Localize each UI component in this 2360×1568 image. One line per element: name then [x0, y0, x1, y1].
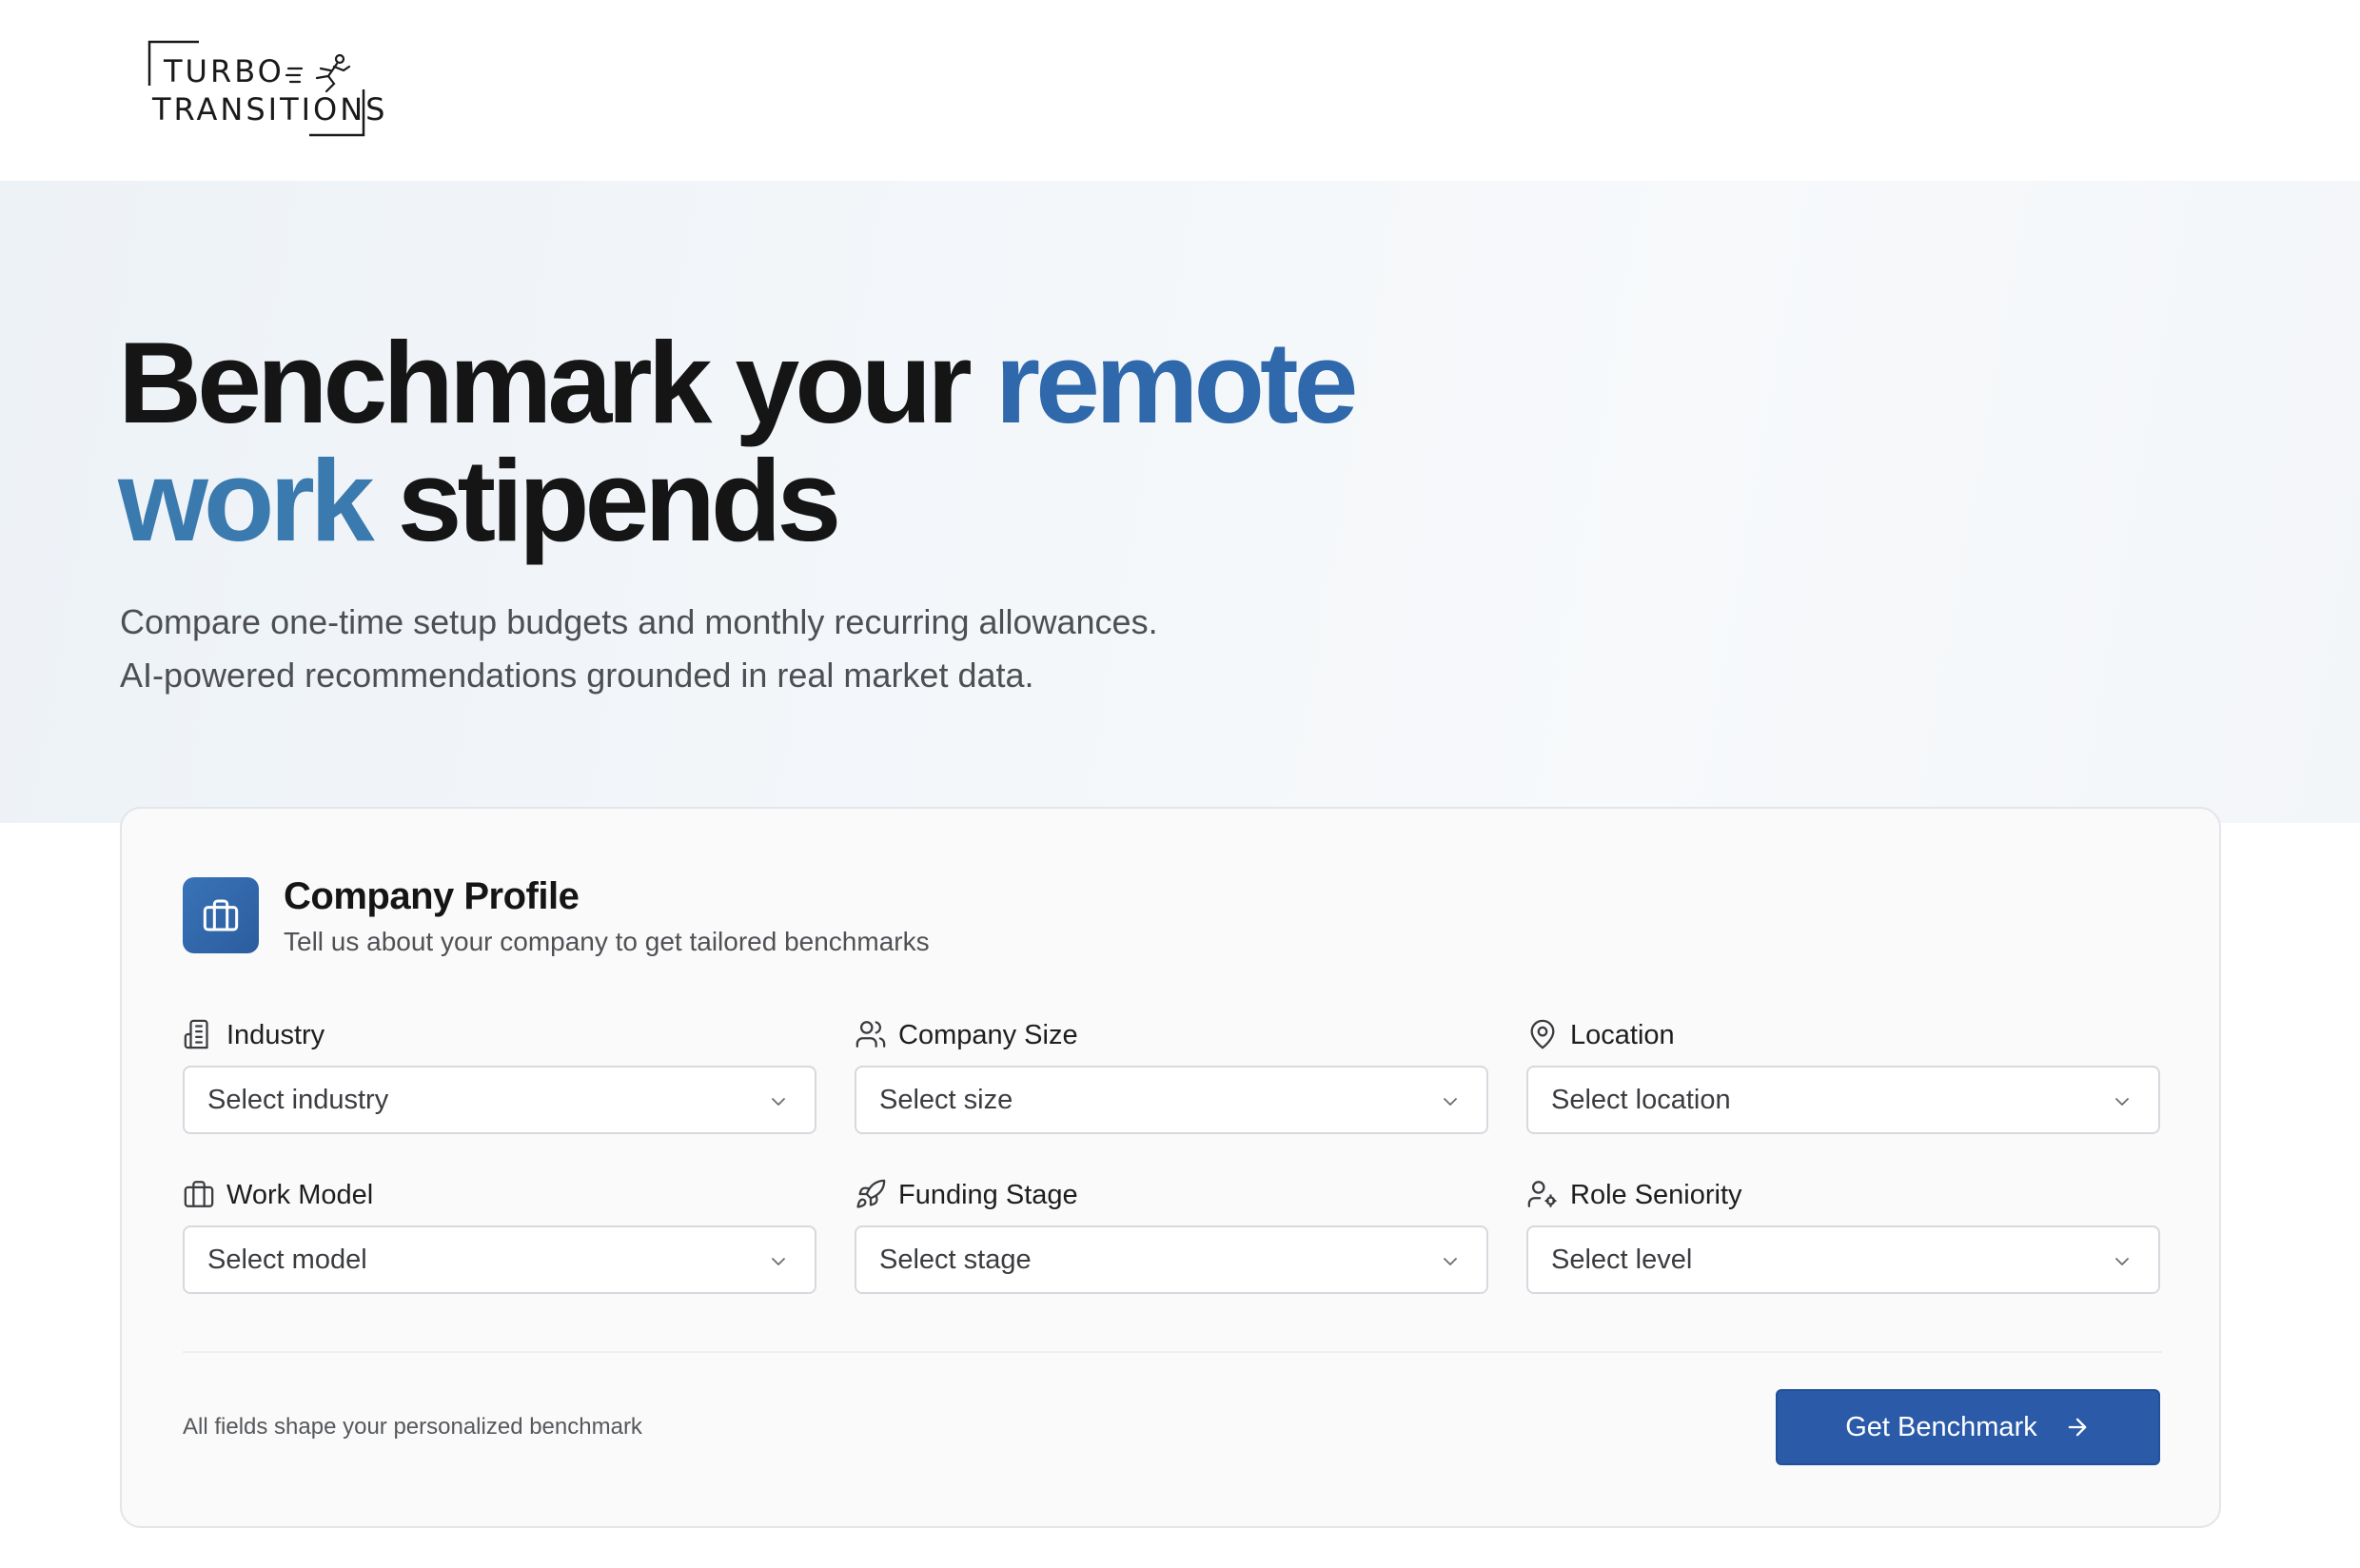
users-icon [855, 1018, 889, 1052]
get-benchmark-label: Get Benchmark [1845, 1411, 2037, 1442]
arrow-right-icon [2068, 1418, 2087, 1437]
funding-stage-label: Funding Stage [898, 1179, 1078, 1210]
work-model-placeholder: Select model [207, 1245, 367, 1275]
card-footnote: All fields shape your personalized bench… [183, 1414, 642, 1440]
company-size-placeholder: Select size [879, 1085, 1013, 1115]
role-seniority-select[interactable]: Select level [1526, 1225, 2160, 1294]
briefcase-icon [183, 1178, 217, 1212]
top-bar: TURBO TRANSITIONS [0, 0, 2360, 181]
industry-placeholder: Select industry [207, 1085, 389, 1115]
chevron-down-icon [772, 1098, 785, 1106]
get-benchmark-button[interactable]: Get Benchmark [1776, 1389, 2160, 1465]
card-divider [183, 1351, 2162, 1353]
card-title: Company Profile [284, 875, 580, 917]
company-size-select[interactable]: Select size [855, 1066, 1488, 1134]
company-size-label: Company Size [898, 1019, 1078, 1050]
hero-title: Benchmark your remote work stipends [118, 323, 1358, 559]
funding-stage-select[interactable]: Select stage [855, 1225, 1488, 1294]
chevron-down-icon [772, 1258, 785, 1265]
hero-subtitle-line1: Compare one-time setup budgets and month… [120, 602, 1158, 641]
brand-line1: TURBO [164, 53, 285, 89]
hero-subtitle-line2: AI-powered recommendations grounded in r… [120, 656, 1034, 695]
briefcase-icon [183, 877, 259, 953]
location-placeholder: Select location [1551, 1085, 1731, 1115]
company-profile-card: Company Profile Tell us about your compa… [120, 807, 2221, 1528]
brand-logo[interactable]: TURBO TRANSITIONS [148, 40, 384, 139]
industry-select[interactable]: Select industry [183, 1066, 816, 1134]
chevron-down-icon [1444, 1258, 1457, 1265]
role-seniority-label: Role Seniority [1570, 1179, 1742, 1210]
hero-title-part1: Benchmark your [118, 318, 995, 447]
funding-stage-placeholder: Select stage [879, 1245, 1032, 1275]
location-label: Location [1570, 1019, 1675, 1050]
work-model-select[interactable]: Select model [183, 1225, 816, 1294]
hero-title-accent: remote [994, 318, 1359, 447]
hero-title-accent-2: work [118, 436, 375, 565]
hero-subtitle: Compare one-time setup budgets and month… [120, 596, 1158, 702]
brand-line2: TRANSITIONS [152, 91, 388, 127]
work-model-label: Work Model [226, 1179, 374, 1210]
chevron-down-icon [2115, 1098, 2129, 1106]
rocket-icon [855, 1178, 889, 1212]
chevron-down-icon [2115, 1258, 2129, 1265]
map-pin-icon [1526, 1018, 1561, 1052]
industry-label: Industry [226, 1019, 325, 1050]
hero-title-part4: stipends [369, 436, 842, 565]
location-select[interactable]: Select location [1526, 1066, 2160, 1134]
building-icon [183, 1018, 217, 1052]
role-seniority-placeholder: Select level [1551, 1245, 1693, 1275]
running-figure-icon [285, 53, 351, 93]
user-cog-icon [1526, 1178, 1561, 1212]
chevron-down-icon [1444, 1098, 1457, 1106]
card-subtitle: Tell us about your company to get tailor… [284, 927, 930, 956]
